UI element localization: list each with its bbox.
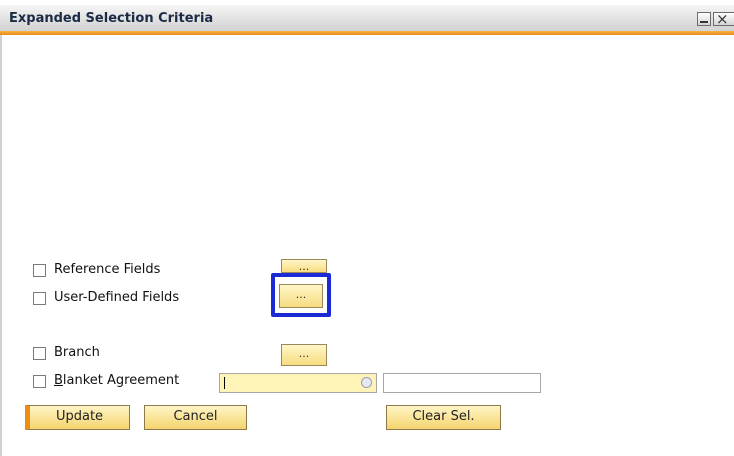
update-button[interactable]: Update xyxy=(25,405,130,430)
blanket-agreement-input[interactable] xyxy=(219,373,377,393)
user-defined-fields-ellipsis-button[interactable]: ... xyxy=(279,284,323,308)
window-title: Expanded Selection Criteria xyxy=(9,11,214,26)
branch-label: Branch xyxy=(54,345,100,360)
branch-checkbox[interactable] xyxy=(33,347,46,360)
reference-fields-ellipsis-button[interactable]: ... xyxy=(281,259,327,273)
picker-icon[interactable] xyxy=(361,377,372,388)
blanket-agreement-mnemonic: B xyxy=(54,373,63,388)
blanket-agreement-label-rest: lanket Agreement xyxy=(62,373,180,388)
reference-fields-checkbox[interactable] xyxy=(33,264,46,277)
text-caret xyxy=(224,377,225,389)
blanket-agreement-description-field[interactable] xyxy=(383,373,541,393)
clear-selection-button[interactable]: Clear Sel. xyxy=(386,405,501,430)
window-left-border xyxy=(0,35,2,456)
branch-ellipsis-button[interactable]: ... xyxy=(281,344,327,366)
close-icon[interactable] xyxy=(713,10,734,28)
cancel-button[interactable]: Cancel xyxy=(144,405,247,430)
minimize-icon[interactable] xyxy=(697,12,711,26)
user-defined-fields-checkbox[interactable] xyxy=(33,292,46,305)
blanket-agreement-checkbox[interactable] xyxy=(33,375,46,388)
title-accent-bar xyxy=(0,31,734,35)
user-defined-fields-label: User-Defined Fields xyxy=(54,290,180,305)
reference-fields-label: Reference Fields xyxy=(54,262,161,277)
title-bar[interactable]: Expanded Selection Criteria xyxy=(0,5,734,35)
blanket-agreement-label: Blanket Agreement xyxy=(54,373,179,388)
